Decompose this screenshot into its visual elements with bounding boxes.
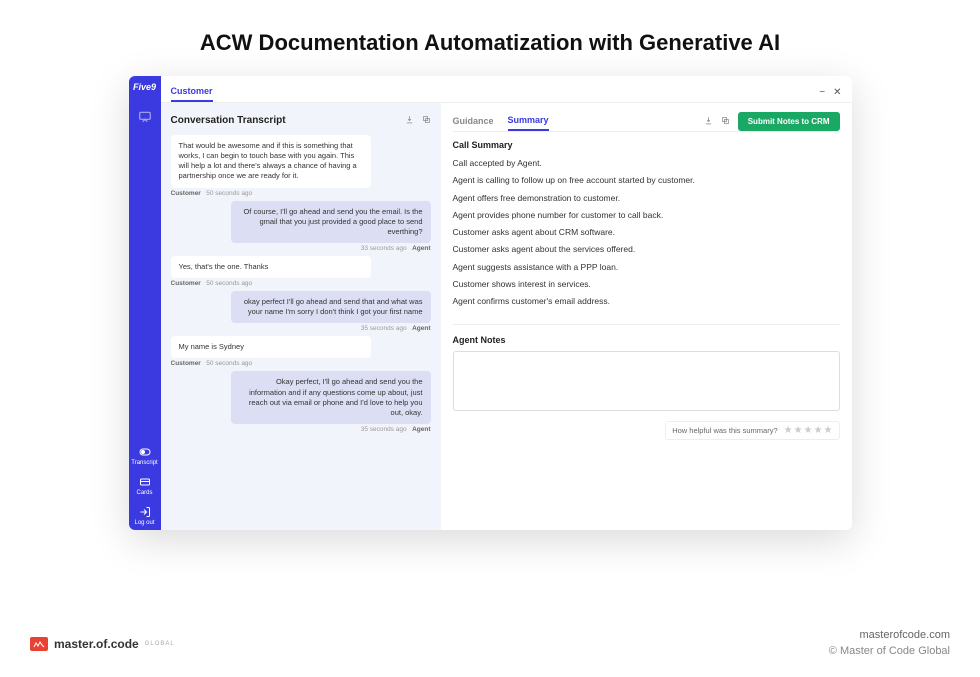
- message-block: Okay perfect, I'll go ahead and send you…: [171, 371, 431, 433]
- copy-icon[interactable]: [422, 111, 431, 129]
- app-window: Five9 Transcript Cards Log out Customer …: [129, 76, 852, 530]
- message-meta: Customer 50 seconds ago: [171, 360, 431, 367]
- message-meta: Customer 50 seconds ago: [171, 190, 431, 197]
- message-block: That would be awesome and if this is som…: [171, 135, 431, 197]
- message-bubble: Yes, that's the one. Thanks: [171, 256, 371, 278]
- brand-logo: Five9: [133, 82, 156, 92]
- message-list: That would be awesome and if this is som…: [171, 135, 431, 522]
- star-icon[interactable]: ★: [824, 425, 833, 436]
- message-bubble: Okay perfect, I'll go ahead and send you…: [231, 371, 431, 424]
- main-content: Customer − ✕ Conversation Transcript Tha…: [161, 76, 852, 530]
- sidebar-item-label: Log out: [129, 520, 161, 526]
- rating-stars: ★ ★ ★ ★ ★: [784, 425, 833, 436]
- message-block: Yes, that's the one. Thanks Customer 50 s…: [171, 256, 431, 287]
- summary-item: Agent confirms customer's email address.: [453, 294, 840, 309]
- message-meta: 35 seconds ago Agent: [171, 426, 431, 433]
- summary-panel: Guidance Summary Submit Notes to CRM Cal…: [441, 103, 852, 530]
- divider: [453, 324, 840, 325]
- page-title: ACW Documentation Automatization with Ge…: [0, 0, 980, 76]
- footer-copyright: © Master of Code Global: [829, 644, 950, 659]
- message-bubble: That would be awesome and if this is som…: [171, 135, 371, 188]
- submit-notes-button[interactable]: Submit Notes to CRM: [738, 112, 840, 131]
- footer-brand-text: master.of.code: [54, 637, 139, 651]
- message-meta: 33 seconds ago Agent: [171, 245, 431, 252]
- feedback-prompt: How helpful was this summary?: [672, 426, 777, 435]
- download-icon[interactable]: [704, 112, 713, 130]
- summary-item: Agent provides phone number for customer…: [453, 208, 840, 223]
- message-block: Of course, I'll go ahead and send you th…: [171, 201, 431, 252]
- sidebar-item-label: Transcript: [129, 460, 161, 466]
- sidebar-item-label: Cards: [129, 490, 161, 496]
- message-bubble: Of course, I'll go ahead and send you th…: [231, 201, 431, 243]
- sidebar: Five9 Transcript Cards Log out: [129, 76, 161, 530]
- summary-item: Customer shows interest in services.: [453, 277, 840, 292]
- brand-icon: [30, 637, 48, 651]
- transcript-title: Conversation Transcript: [171, 115, 286, 126]
- agent-notes-input[interactable]: [453, 351, 840, 411]
- footer: master.of.code GLOBAL masterofcode.com ©…: [30, 628, 950, 659]
- download-icon[interactable]: [405, 111, 414, 129]
- summary-item: Customer asks agent about CRM software.: [453, 225, 840, 240]
- tab-guidance[interactable]: Guidance: [453, 112, 494, 130]
- transcript-panel: Conversation Transcript That would be aw…: [161, 103, 441, 530]
- agent-notes-title: Agent Notes: [453, 335, 840, 345]
- message-block: okay perfect I'll go ahead and send that…: [171, 291, 431, 332]
- close-icon[interactable]: ✕: [833, 87, 841, 98]
- message-block: My name is Sydney Customer 50 seconds ago: [171, 336, 431, 367]
- message-meta: Customer 50 seconds ago: [171, 280, 431, 287]
- sidebar-item-cards[interactable]: Cards: [129, 470, 161, 500]
- summary-item: Call accepted by Agent.: [453, 156, 840, 171]
- summary-list: Call accepted by Agent. Agent is calling …: [453, 156, 840, 312]
- window-controls: − ✕: [819, 87, 841, 98]
- summary-item: Agent is calling to follow up on free ac…: [453, 173, 840, 188]
- tab-summary[interactable]: Summary: [508, 111, 549, 131]
- minimize-icon[interactable]: −: [819, 87, 825, 98]
- message-bubble: My name is Sydney: [171, 336, 371, 358]
- sidebar-item-logout[interactable]: Log out: [129, 500, 161, 530]
- footer-brand: master.of.code GLOBAL: [30, 637, 175, 651]
- chat-icon[interactable]: [129, 102, 161, 134]
- message-meta: 35 seconds ago Agent: [171, 325, 431, 332]
- message-bubble: okay perfect I'll go ahead and send that…: [231, 291, 431, 323]
- star-icon[interactable]: ★: [804, 425, 813, 436]
- tab-customer[interactable]: Customer: [171, 82, 213, 102]
- call-summary-title: Call Summary: [453, 140, 840, 150]
- star-icon[interactable]: ★: [814, 425, 823, 436]
- footer-brand-suffix: GLOBAL: [145, 641, 175, 647]
- summary-item: Agent offers free demonstration to custo…: [453, 191, 840, 206]
- footer-domain: masterofcode.com: [829, 628, 950, 643]
- sidebar-item-transcript[interactable]: Transcript: [129, 440, 161, 470]
- star-icon[interactable]: ★: [794, 425, 803, 436]
- star-icon[interactable]: ★: [784, 425, 793, 436]
- top-bar: Customer − ✕: [161, 76, 852, 103]
- copy-icon[interactable]: [721, 112, 730, 130]
- feedback-bar: How helpful was this summary? ★ ★ ★ ★ ★: [665, 421, 839, 440]
- summary-item: Agent suggests assistance with a PPP loa…: [453, 260, 840, 275]
- content-row: Conversation Transcript That would be aw…: [161, 103, 852, 530]
- summary-item: Customer asks agent about the services o…: [453, 242, 840, 257]
